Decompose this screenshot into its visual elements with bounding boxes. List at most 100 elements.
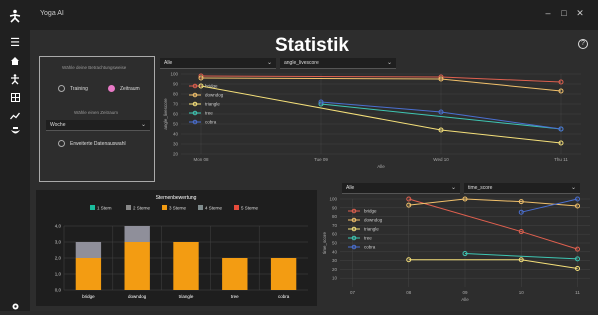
x-tick-label: cobra: [278, 294, 290, 299]
y-tick-label: 20: [173, 152, 179, 157]
legend-label-tree: tree: [205, 111, 213, 116]
star-rating-chart: Sternenbewertung 1 Stern 2 Sterne 3 Sterne 4…: [55, 195, 308, 299]
bar-cobra: [270, 258, 297, 290]
bar-bridge: [75, 242, 102, 258]
y-tick-label: 50: [332, 241, 338, 246]
x-tick-label: Thu 11: [554, 157, 568, 162]
legend-label: 2 Sterne: [133, 206, 151, 211]
chart1-pose-select[interactable]: Alle ⌄: [160, 58, 276, 69]
angle-livescore-chart: 20 30 40 50 60 70 80 90 100 Mon 08 Tue 09 Wed 10 Thu…: [163, 72, 581, 169]
stats-icon[interactable]: [7, 110, 23, 124]
x-tick-label: Wed 10: [433, 157, 449, 162]
chart1-pose-value: Alle: [164, 60, 173, 66]
y-tick-label: 30: [173, 142, 179, 147]
x-tick-label: Tue 09: [314, 157, 328, 162]
home-icon[interactable]: [7, 56, 23, 70]
sidebar: ☰: [0, 30, 30, 311]
x-tick-label: downdog: [128, 294, 147, 299]
legend-label-triangle: triangle: [205, 102, 220, 107]
period-label: Wähle einen Zeitraum: [74, 110, 119, 115]
maximize-button[interactable]: □: [558, 8, 570, 18]
training-radio[interactable]: [58, 85, 65, 92]
chevron-down-icon: ⌄: [450, 185, 456, 191]
bar-bridge: [75, 258, 102, 290]
y-tick-label: 3,0: [55, 240, 62, 245]
bar-downdog: [124, 242, 150, 290]
chart2-metric-select[interactable]: time_score ⌄: [464, 183, 580, 194]
extended-data-checkbox[interactable]: [58, 140, 65, 147]
series-line-bridge: [408, 198, 578, 250]
chevron-down-icon: ⌄: [266, 60, 272, 66]
bar-triangle: [173, 242, 199, 290]
period-select-value: Woche: [50, 122, 66, 128]
x-tick-label: triangle: [179, 294, 194, 299]
y-tick-label: 70: [173, 102, 179, 107]
chart1-metric-select[interactable]: angle_livescore ⌄: [280, 58, 396, 69]
x-tick-label: 08: [406, 290, 412, 295]
series-line-triangle: [408, 259, 578, 270]
y-tick-label: 70: [332, 223, 338, 228]
chevron-down-icon: ⌄: [570, 185, 576, 191]
y-tick-label: 60: [173, 112, 179, 117]
y-tick-label: 60: [332, 232, 338, 237]
x-axis-label: Alle: [377, 164, 385, 169]
legend-label-cobra: cobra: [364, 245, 376, 250]
y-tick-label: 90: [173, 82, 179, 87]
help-icon[interactable]: ?: [578, 39, 588, 49]
y-tick-label: 20: [332, 267, 338, 272]
pose-icon[interactable]: [7, 74, 23, 88]
app-title: Yoga AI: [40, 10, 64, 17]
legend-label: 4 Sterne: [205, 206, 223, 211]
page-title: Statistik: [275, 35, 349, 56]
app-logo-icon: [9, 9, 21, 23]
bar-tree: [222, 258, 248, 290]
legend-label-downdog: downdog: [205, 93, 224, 98]
period-radio-label: Zeitraum: [120, 86, 140, 92]
x-tick-label: bridge: [82, 294, 95, 299]
y-tick-label: 40: [173, 132, 179, 137]
y-tick-label: 2,0: [55, 256, 62, 261]
legend-label: 1 Stern: [97, 206, 112, 211]
grid-icon[interactable]: [7, 92, 23, 106]
close-button[interactable]: ✕: [574, 8, 586, 19]
y-tick-label: 80: [173, 92, 179, 97]
y-tick-label: 4,0: [55, 224, 62, 229]
x-tick-label: 09: [462, 290, 468, 295]
x-tick-label: Mon 08: [193, 157, 209, 162]
chart1-metric-value: angle_livescore: [284, 60, 319, 66]
menu-icon[interactable]: ☰: [7, 36, 23, 50]
y-axis-label: time_score: [322, 232, 327, 255]
title-bar: Yoga AI – □ ✕: [0, 0, 598, 30]
chart2-pose-select[interactable]: Alle ⌄: [342, 183, 460, 194]
settings-icon[interactable]: [7, 301, 23, 315]
x-tick-label: 11: [575, 290, 580, 295]
legend-label-tree: tree: [364, 236, 372, 241]
legend-swatch: [90, 205, 95, 210]
y-tick-label: 100: [329, 197, 337, 202]
minimize-button[interactable]: –: [542, 8, 554, 18]
star-rating-panel: Sternenbewertung 1 Stern 2 Sterne 3 Sterne 4…: [36, 190, 317, 306]
x-tick-label: 07: [350, 290, 356, 295]
y-tick-label: 10: [332, 276, 338, 281]
y-tick-label: 0,0: [55, 288, 62, 293]
period-radio[interactable]: [108, 85, 115, 92]
y-tick-label: 40: [332, 249, 338, 254]
legend-swatch: [126, 205, 131, 210]
time-score-chart: 10 20 30 40 50 60 70 80 90 100 07 08 09 10 11 Alle time_…: [322, 196, 590, 302]
chevron-down-icon: ⌄: [140, 122, 146, 128]
legend-swatch: [234, 205, 239, 210]
chevron-down-icon: ⌄: [386, 60, 392, 66]
legend-label-downdog: downdog: [364, 218, 383, 223]
legend-label-cobra: cobra: [205, 120, 217, 125]
y-tick-label: 100: [170, 72, 178, 77]
legend-label: 5 Sterne: [241, 206, 259, 211]
y-axis-label: angle_livescore: [163, 98, 168, 130]
legend-swatch: [198, 205, 203, 210]
y-tick-label: 80: [332, 214, 338, 219]
legend-swatch: [162, 205, 167, 210]
chart2-metric-value: time_score: [468, 185, 493, 191]
x-tick-label: tree: [231, 294, 239, 299]
view-mode-label: Wähle deine Betrachtungsweise: [62, 65, 127, 70]
period-select[interactable]: Woche ⌄: [46, 120, 150, 131]
lotus-icon[interactable]: [7, 126, 23, 140]
